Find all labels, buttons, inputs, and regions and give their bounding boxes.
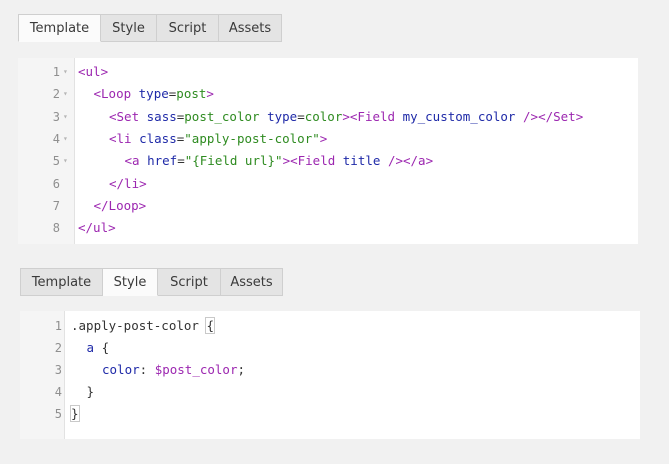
line-number: 4: [54, 385, 62, 399]
code-text: <Set sass=post_color type=color><Field m…: [109, 106, 583, 128]
code-token: </Loop>: [93, 197, 147, 213]
code-token: color: [304, 108, 343, 124]
code-token: >: [319, 130, 328, 146]
code-line: 2 a {: [20, 337, 640, 359]
tab-template[interactable]: Template: [20, 268, 103, 296]
code-line: 4}: [20, 381, 640, 403]
code-token: href: [147, 153, 178, 169]
code-text: <Loop type=post>: [94, 83, 214, 105]
code-token: />: [387, 153, 403, 169]
line-number: 7: [52, 198, 60, 213]
code-token: ;: [237, 362, 246, 377]
code-token: "apply-post-color": [184, 130, 320, 146]
line-number: 1: [52, 65, 60, 79]
code-token: class: [139, 130, 177, 146]
code-token: $post_color: [154, 362, 238, 377]
line-number: 4: [52, 131, 60, 146]
code-token: sass: [146, 108, 177, 124]
code-text: <ul>: [78, 61, 108, 83]
code-token: </ul>: [78, 220, 116, 236]
code-token: my_custom_color: [402, 108, 523, 124]
line-number: 1: [54, 319, 62, 333]
code-text: color: $post_color;: [102, 359, 245, 381]
line-number: 5: [52, 154, 60, 169]
code-token: >: [206, 86, 214, 102]
code-token: :: [139, 362, 155, 377]
line-number: 2: [52, 87, 60, 102]
code-text: }: [87, 381, 95, 403]
code-token: </a>: [403, 153, 434, 169]
code-token: title: [342, 153, 388, 169]
code-token: post_color: [184, 108, 268, 124]
line-number: 8: [52, 221, 60, 236]
code-token: .apply-post-color: [71, 318, 207, 333]
code-text: </ul>: [78, 217, 116, 239]
code-token: />: [523, 108, 539, 124]
code-text: <a href="{Field url}"><Field title /></a…: [125, 150, 434, 172]
code-token: <li: [109, 130, 140, 146]
tab-script[interactable]: Script: [157, 14, 219, 42]
code-token: <a: [124, 153, 148, 169]
line-number: 5: [54, 407, 62, 421]
code-token: {: [101, 340, 110, 355]
code-text: <li class="apply-post-color">: [109, 128, 327, 150]
code-text: </li>: [109, 173, 147, 195]
code-token: <Loop: [93, 86, 139, 102]
fold-arrow-icon[interactable]: ▾: [63, 83, 68, 105]
line-number: 3: [54, 363, 62, 377]
fold-arrow-icon[interactable]: ▾: [63, 128, 68, 150]
code-token: <Field: [290, 153, 343, 169]
code-text: a {: [87, 337, 110, 359]
fold-arrow-icon[interactable]: ▾: [63, 61, 68, 83]
code-text: }: [70, 403, 80, 425]
code-line: 4 ▾ <li class="apply-post-color">: [18, 128, 638, 150]
code-token: "{Field url}": [184, 153, 283, 169]
code-line: 3 color: $post_color;: [20, 359, 640, 381]
code-line: 1 .apply-post-color {: [20, 315, 640, 337]
code-token: post: [176, 86, 207, 102]
line-number: 2: [54, 341, 62, 355]
code-token: =: [177, 153, 185, 169]
code-token: >: [282, 153, 291, 169]
code-line: 1 ▾ <ul>: [18, 61, 638, 83]
editor-tabs-bottom: Template Style Script Assets: [20, 268, 283, 296]
code-line: 8 </ul>: [18, 217, 638, 239]
code-token: }: [86, 384, 95, 399]
code-token: =: [297, 108, 305, 124]
code-text: </Loop>: [94, 195, 147, 217]
editor-tabs-top: Template Style Script Assets: [18, 14, 282, 42]
code-token: type: [138, 86, 169, 102]
tab-template[interactable]: Template: [18, 14, 101, 42]
code-token: a: [86, 340, 102, 355]
code-text: .apply-post-color {: [71, 315, 215, 337]
code-token: >: [342, 108, 350, 124]
fold-arrow-icon[interactable]: ▾: [63, 150, 68, 172]
code-line: 3 ▾ <Set sass=post_color type=color><Field…: [18, 106, 638, 128]
code-line: 7 </Loop>: [18, 195, 638, 217]
code-token: </Set>: [538, 108, 584, 124]
code-token: <ul>: [78, 64, 109, 79]
code-token: <Field: [349, 108, 403, 124]
code-token: type: [267, 108, 298, 124]
tab-script[interactable]: Script: [158, 268, 221, 296]
code-token: </li>: [109, 175, 147, 191]
code-token: <Set: [109, 108, 147, 124]
code-line: 2 ▾ <Loop type=post>: [18, 83, 638, 105]
template-code-editor[interactable]: 1 ▾ <ul> 2 ▾ <Loop type=post> 3 ▾ <Set sass=post…: [18, 58, 638, 244]
code-line: 5 ▾ <a href="{Field url}"><Field title /><…: [18, 150, 638, 172]
tab-style[interactable]: Style: [101, 14, 157, 42]
code-token: }: [70, 405, 80, 422]
code-line: 6 </li>: [18, 173, 638, 195]
fold-arrow-icon[interactable]: ▾: [63, 106, 68, 128]
tab-assets[interactable]: Assets: [219, 14, 282, 42]
code-token: {: [205, 317, 215, 334]
line-number: 3: [52, 109, 60, 124]
style-code-editor[interactable]: 1 .apply-post-color {2 a {3 color: $post_co…: [20, 311, 640, 439]
code-line: 5}: [20, 403, 640, 425]
tab-assets[interactable]: Assets: [221, 268, 283, 296]
code-token: color: [102, 362, 140, 377]
tab-style[interactable]: Style: [103, 268, 158, 296]
line-number: 6: [52, 176, 60, 191]
